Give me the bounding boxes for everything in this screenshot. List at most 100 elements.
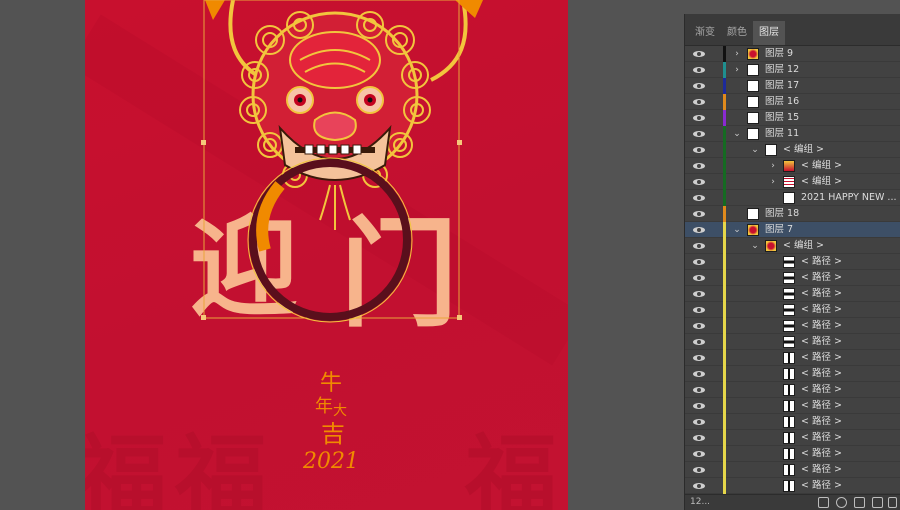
export-icon[interactable]: [818, 497, 829, 508]
visibility-eye-icon[interactable]: [693, 65, 705, 75]
layer-row[interactable]: < 路径 >: [685, 270, 900, 286]
visibility-eye-icon[interactable]: [693, 433, 705, 443]
new-sublayer-icon[interactable]: [872, 497, 883, 508]
layer-color-bar: [723, 446, 726, 462]
chevron-down-icon[interactable]: ⌄: [751, 241, 759, 251]
visibility-eye-icon[interactable]: [693, 257, 705, 267]
layer-row[interactable]: › < 编组 >: [685, 174, 900, 190]
tab-gradient[interactable]: 渐变: [689, 21, 721, 45]
layer-row[interactable]: ⌄ < 编组 >: [685, 142, 900, 158]
layer-color-bar: [723, 110, 726, 126]
visibility-eye-icon[interactable]: [693, 225, 705, 235]
visibility-eye-icon[interactable]: [693, 481, 705, 491]
layer-row[interactable]: › < 编组 >: [685, 158, 900, 174]
layer-row[interactable]: › 图层 9: [685, 46, 900, 62]
layer-color-bar: [723, 158, 726, 174]
visibility-eye-icon[interactable]: [693, 129, 705, 139]
layer-row[interactable]: < 路径 >: [685, 430, 900, 446]
layer-color-bar: [723, 270, 726, 286]
fu-char: 福: [464, 424, 557, 510]
layer-row[interactable]: ⌄ 图层 11: [685, 126, 900, 142]
layer-thumbnail: [747, 128, 759, 140]
layer-row[interactable]: 2021 HAPPY NEW ...: [685, 190, 900, 206]
layer-row[interactable]: < 路径 >: [685, 334, 900, 350]
layer-row[interactable]: < 路径 >: [685, 462, 900, 478]
layer-row[interactable]: < 路径 >: [685, 414, 900, 430]
visibility-eye-icon[interactable]: [693, 241, 705, 251]
layer-name: < 路径 >: [801, 464, 842, 475]
layer-row[interactable]: 图层 18: [685, 206, 900, 222]
layer-row[interactable]: ⌄ < 编组 >: [685, 238, 900, 254]
layer-row[interactable]: ⌄ 图层 7: [685, 222, 900, 238]
layer-row[interactable]: › 图层 12: [685, 62, 900, 78]
visibility-eye-icon[interactable]: [693, 209, 705, 219]
visibility-eye-icon[interactable]: [693, 273, 705, 283]
layer-row[interactable]: < 路径 >: [685, 254, 900, 270]
visibility-eye-icon[interactable]: [693, 97, 705, 107]
layer-row[interactable]: < 路径 >: [685, 398, 900, 414]
visibility-eye-icon[interactable]: [693, 305, 705, 315]
layer-name: 图层 18: [765, 208, 800, 219]
layer-thumbnail: [783, 192, 795, 204]
visibility-eye-icon[interactable]: [693, 401, 705, 411]
layer-thumbnail: [765, 144, 777, 156]
layer-row[interactable]: < 路径 >: [685, 302, 900, 318]
canvas-area[interactable]: 福 福 福 迎 门 牛 年 大 吉 2021: [0, 0, 684, 510]
tab-layers[interactable]: 图层: [753, 21, 785, 45]
visibility-eye-icon[interactable]: [693, 81, 705, 91]
artboard[interactable]: 福 福 福 迎 门 牛 年 大 吉 2021: [85, 0, 568, 510]
visibility-eye-icon[interactable]: [693, 193, 705, 203]
layer-row[interactable]: 图层 15: [685, 110, 900, 126]
layer-row[interactable]: 图层 17: [685, 78, 900, 94]
visibility-eye-icon[interactable]: [693, 337, 705, 347]
layer-row[interactable]: < 路径 >: [685, 366, 900, 382]
layer-name: < 编组 >: [801, 176, 842, 187]
year-text: 2021: [302, 449, 359, 474]
visibility-eye-icon[interactable]: [693, 289, 705, 299]
layer-row[interactable]: < 路径 >: [685, 350, 900, 366]
chevron-right-icon[interactable]: ›: [769, 161, 777, 171]
chevron-down-icon[interactable]: ⌄: [751, 145, 759, 155]
layer-row[interactable]: 图层 16: [685, 94, 900, 110]
chevron-right-icon[interactable]: ›: [733, 49, 741, 59]
layer-name: 图层 7: [765, 224, 794, 235]
chevron-right-icon[interactable]: ›: [769, 177, 777, 187]
layer-row[interactable]: < 路径 >: [685, 382, 900, 398]
visibility-eye-icon[interactable]: [693, 353, 705, 363]
layer-color-bar: [723, 398, 726, 414]
layers-list[interactable]: › 图层 9 › 图层 12 图层 17 图层 16 图层 15 ⌄ 图层 11 ⌄ < 编组 > ›…: [685, 46, 900, 494]
layer-name: < 路径 >: [801, 480, 842, 491]
visibility-eye-icon[interactable]: [693, 177, 705, 187]
layer-thumbnail: [783, 448, 795, 460]
layer-row[interactable]: < 路径 >: [685, 446, 900, 462]
clipping-mask-icon[interactable]: [854, 497, 865, 508]
visibility-eye-icon[interactable]: [693, 145, 705, 155]
visibility-eye-icon[interactable]: [693, 321, 705, 331]
visibility-eye-icon[interactable]: [693, 449, 705, 459]
visibility-eye-icon[interactable]: [693, 113, 705, 123]
visibility-eye-icon[interactable]: [693, 465, 705, 475]
new-layer-icon[interactable]: [888, 497, 897, 508]
visibility-eye-icon[interactable]: [693, 161, 705, 171]
visibility-eye-icon[interactable]: [693, 417, 705, 427]
layer-thumbnail: [747, 224, 759, 236]
layer-name: 图层 9: [765, 48, 794, 59]
visibility-eye-icon[interactable]: [693, 385, 705, 395]
layer-thumbnail: [783, 160, 795, 172]
layer-thumbnail: [783, 368, 795, 380]
tab-color[interactable]: 颜色: [721, 21, 753, 45]
chevron-down-icon[interactable]: ⌄: [733, 225, 741, 235]
panel-tabs: 渐变 颜色 图层: [685, 14, 900, 46]
layer-row[interactable]: < 路径 >: [685, 286, 900, 302]
visibility-eye-icon[interactable]: [693, 369, 705, 379]
chevron-right-icon[interactable]: ›: [733, 65, 741, 75]
layer-row[interactable]: < 路径 >: [685, 478, 900, 494]
chevron-down-icon[interactable]: ⌄: [733, 129, 741, 139]
layer-row[interactable]: < 路径 >: [685, 318, 900, 334]
visibility-eye-icon[interactable]: [693, 49, 705, 59]
locate-object-icon[interactable]: [836, 497, 847, 508]
